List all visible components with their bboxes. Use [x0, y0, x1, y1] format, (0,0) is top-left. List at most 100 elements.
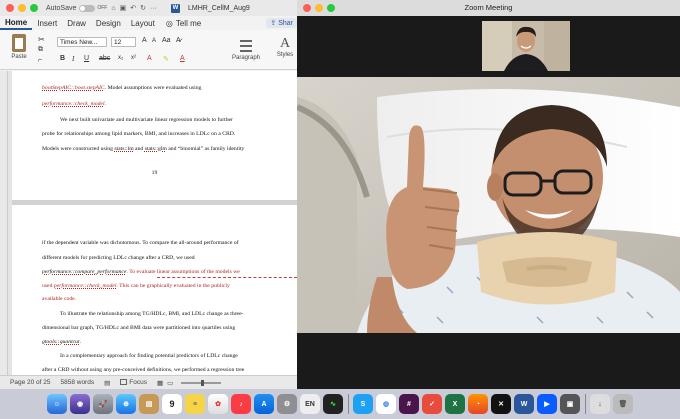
grow-font-icon[interactable]: A: [142, 37, 147, 44]
autosave-state: OFF: [97, 5, 108, 11]
downloads-icon[interactable]: ↓: [590, 394, 610, 414]
tab-draw[interactable]: Draw: [62, 19, 91, 30]
close-window-button[interactable]: [6, 4, 14, 12]
font-color-icon[interactable]: A: [180, 55, 185, 62]
minimize-window-button[interactable]: [18, 4, 26, 12]
zoom-window-button[interactable]: [327, 4, 335, 12]
photos-icon[interactable]: ✿: [208, 394, 228, 414]
focus-button[interactable]: Focus: [120, 379, 147, 386]
zoom-window-button[interactable]: [30, 4, 38, 12]
paste-button[interactable]: Paste: [8, 34, 30, 60]
shrink-font-icon[interactable]: A: [152, 38, 156, 44]
body-text: and: [133, 146, 145, 152]
redo-icon[interactable]: ↻: [140, 4, 146, 12]
tab-layout[interactable]: Layout: [126, 19, 160, 30]
document-area[interactable]: bootStepAIC::boot.stepAIC. Model assumpt…: [0, 71, 297, 375]
language-label: EN: [305, 400, 315, 408]
body-text: . Model assumptions were evaluated using: [104, 85, 202, 91]
body-text: different models for predicting LDLc cha…: [42, 255, 195, 261]
app-store-icon[interactable]: A: [254, 394, 274, 414]
font-size-select[interactable]: 12: [111, 37, 136, 47]
tab-design[interactable]: Design: [91, 19, 126, 30]
trash-icon[interactable]: 🗑: [613, 394, 633, 414]
chrome-icon[interactable]: ◍: [376, 394, 396, 414]
copy-icon[interactable]: ⧉: [38, 46, 43, 54]
paragraph-icon: [240, 40, 252, 52]
save-icon[interactable]: ▣: [120, 4, 127, 12]
superscript-icon[interactable]: x²: [131, 55, 136, 61]
finder-icon[interactable]: ☺: [47, 394, 67, 414]
close-window-button[interactable]: [303, 4, 311, 12]
music-icon[interactable]: ♪: [231, 394, 251, 414]
body-text: Models were constructed using: [42, 146, 115, 152]
styles-label: Styles: [276, 52, 294, 58]
x-app-icon[interactable]: ✕: [491, 394, 511, 414]
zoom-slider[interactable]: [181, 379, 222, 386]
share-label: Shar: [278, 20, 293, 27]
document-page-19[interactable]: bootStepAIC::boot.stepAIC. Model assumpt…: [12, 71, 297, 200]
launchpad-icon[interactable]: 🚀: [93, 394, 113, 414]
strikethrough-icon[interactable]: abc: [99, 55, 110, 62]
active-speaker-video[interactable]: [297, 77, 680, 333]
code-ref: performance::compare_performance: [42, 269, 127, 275]
body-text: after a CRD without using any pre-concei…: [42, 367, 245, 373]
zoom-icon[interactable]: ▶: [537, 394, 557, 414]
paragraph-button[interactable]: Paragraph: [228, 40, 264, 61]
cut-icon[interactable]: ✂: [38, 35, 45, 44]
styles-button[interactable]: A Styles: [272, 36, 297, 58]
skype-icon[interactable]: S: [353, 394, 373, 414]
styles-icon: A: [279, 36, 291, 51]
tab-home[interactable]: Home: [0, 18, 33, 30]
contacts-icon[interactable]: ▤: [139, 394, 159, 414]
notes-icon[interactable]: ≡: [185, 394, 205, 414]
siri-icon[interactable]: ◉: [70, 394, 90, 414]
excel-icon[interactable]: X: [445, 394, 465, 414]
slack-icon[interactable]: #: [399, 394, 419, 414]
word-window: AutoSave OFF ⌂ ▣ ↶ ↻ ··· W LMHR_CellM_Au…: [0, 0, 297, 389]
italic-icon[interactable]: I: [72, 55, 74, 63]
proofing-icon[interactable]: ▤: [104, 379, 110, 387]
code-ref: gtools::quantcut: [42, 339, 80, 345]
word-icon[interactable]: W: [514, 394, 534, 414]
tracked-change-text: . To evaluate linear assumptions of the …: [126, 269, 240, 275]
firefox-icon[interactable]: ◔: [468, 394, 488, 414]
system-preferences-icon[interactable]: ⚙: [277, 394, 297, 414]
change-case-icon[interactable]: Aa: [162, 37, 171, 44]
word-count[interactable]: 5858 words: [60, 379, 94, 386]
zoom-window-controls: [303, 4, 335, 12]
page-count[interactable]: Page 20 of 25: [10, 379, 50, 386]
participant-thumbnail-video[interactable]: [482, 21, 570, 71]
active-speaker-image: [297, 77, 680, 333]
format-painter-icon[interactable]: ⌐: [38, 57, 42, 64]
paragraph-label: Paragraph: [231, 55, 261, 61]
clear-format-icon[interactable]: A̷: [176, 37, 181, 44]
todo-icon[interactable]: ✓: [422, 394, 442, 414]
tab-insert[interactable]: Insert: [32, 19, 62, 30]
preview-icon[interactable]: ▣: [560, 394, 580, 414]
document-page-20[interactable]: if the dependent variable was dichotomou…: [12, 205, 297, 375]
undo-icon[interactable]: ↶: [130, 4, 136, 12]
dock-separator: [347, 394, 349, 414]
calendar-icon[interactable]: 9: [162, 394, 182, 414]
share-button[interactable]: ⇪ Shar: [266, 18, 297, 28]
home-icon[interactable]: ⌂: [111, 5, 115, 12]
calendar-day: 9: [169, 399, 175, 409]
ribbon-tabs: Home Insert Draw Design Layout ◎ Tell me…: [0, 16, 297, 30]
text-effects-icon[interactable]: A: [147, 55, 152, 62]
code-ref: performance::check_model: [42, 101, 105, 107]
underline-icon[interactable]: U: [84, 55, 89, 62]
highlight-icon[interactable]: ✎: [163, 55, 169, 63]
bold-icon[interactable]: B: [60, 55, 65, 62]
body-text: To illustrate the relationship among TG/…: [60, 311, 244, 317]
tell-me-search[interactable]: ◎ Tell me: [166, 19, 201, 30]
more-icon[interactable]: ···: [150, 5, 157, 12]
safari-icon[interactable]: ⊕: [116, 394, 136, 414]
minimize-window-button[interactable]: [315, 4, 323, 12]
language-input-icon[interactable]: EN: [300, 394, 320, 414]
autosave-toggle[interactable]: [79, 4, 96, 12]
web-layout-icon[interactable]: ▭: [167, 379, 173, 387]
print-layout-icon[interactable]: ▦: [157, 379, 163, 387]
activity-monitor-icon[interactable]: ∿: [323, 394, 343, 414]
subscript-icon[interactable]: x₂: [118, 55, 123, 61]
font-name-select[interactable]: Times New...: [57, 37, 107, 47]
